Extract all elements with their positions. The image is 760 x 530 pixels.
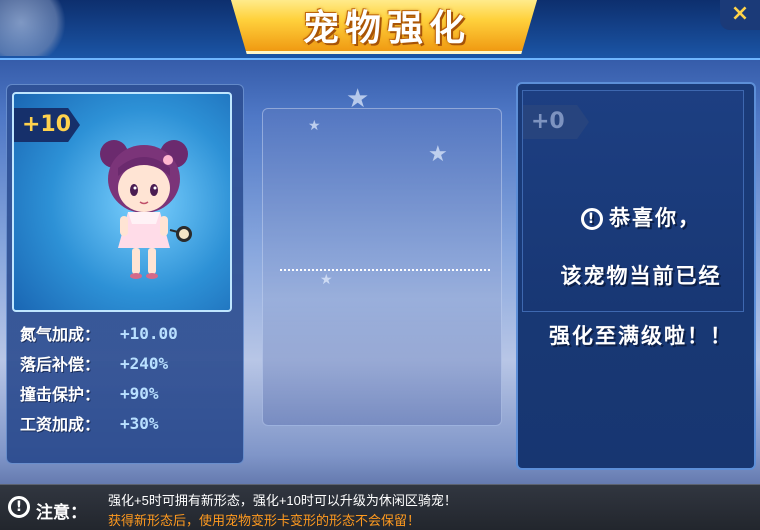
notice-text: 恭喜你， — [609, 206, 701, 230]
star-icon: ★ — [308, 118, 321, 134]
dotted-divider — [280, 269, 490, 271]
max-level-notice-line1: ! 恭喜你， — [526, 202, 756, 232]
title-banner: 宠物强化 — [228, 0, 540, 54]
level-tag: +0 — [523, 105, 589, 139]
tips-line-2: 获得新形态后，使用宠物变形卡变形的形态不会保留！ — [108, 513, 421, 528]
close-button[interactable]: × — [720, 0, 760, 30]
stat-value: +30% — [120, 413, 159, 433]
pet-stats-list: 氮气加成： +10.00 落后补偿： +240% 撞击保护： +90% 工资加成… — [20, 318, 230, 438]
stat-value: +240% — [120, 353, 169, 373]
tips-label: 注意： — [36, 503, 87, 523]
level-tag: +10 — [14, 108, 80, 142]
max-level-notice-line3: 强化至满级啦！！ — [549, 324, 733, 348]
stat-value: +10.00 — [120, 323, 178, 343]
stat-row-catchup: 落后补偿： +240% — [20, 348, 230, 378]
material-slot-panel[interactable] — [262, 108, 502, 426]
star-icon: ★ — [346, 84, 370, 114]
stat-row-collision: 撞击保护： +90% — [20, 378, 230, 408]
page-title: 宠物强化 — [302, 8, 471, 49]
stat-row-salary: 工资加成： +30% — [20, 408, 230, 438]
info-icon: ! — [581, 208, 603, 230]
stat-label: 落后补偿： — [20, 355, 101, 374]
pet-character-image — [100, 140, 192, 279]
pet-card[interactable]: +10 — [12, 92, 232, 312]
stat-label: 撞击保护： — [20, 385, 101, 404]
stat-label: 工资加成： — [20, 415, 101, 434]
stat-value: +90% — [120, 383, 159, 403]
stat-label: 氮气加成： — [20, 325, 101, 344]
max-level-notice-line2: 该宠物当前已经 — [560, 264, 722, 288]
star-icon: ★ — [320, 272, 333, 288]
star-icon: ★ — [428, 142, 448, 167]
warning-icon: ! — [8, 496, 30, 518]
tips-line-1: 强化+5时可拥有新形态，强化+10时可以升级为休闲区骑宠！ — [108, 493, 457, 508]
avatar-decoration — [0, 0, 70, 56]
stat-row-nitro: 氮气加成： +10.00 — [20, 318, 230, 348]
